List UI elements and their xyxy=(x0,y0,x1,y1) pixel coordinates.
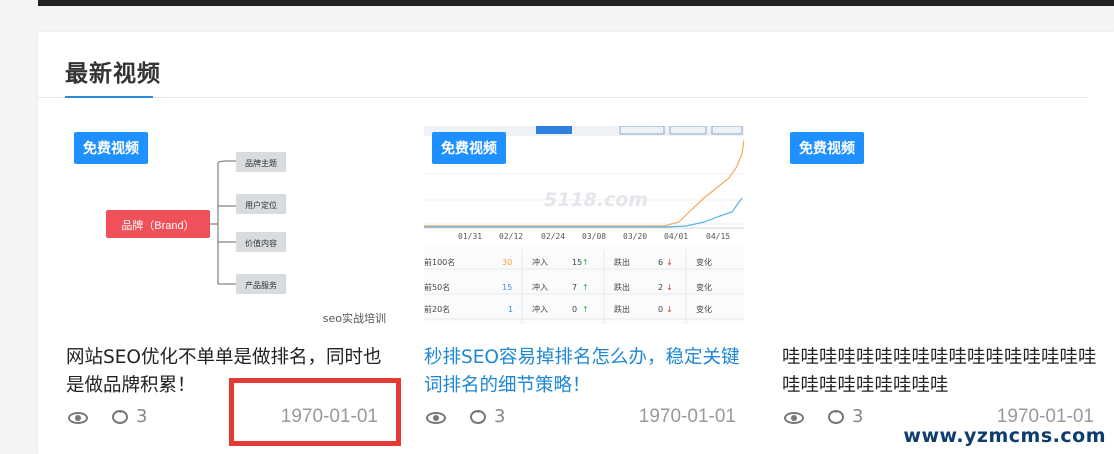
svg-text:0: 0 xyxy=(658,305,663,314)
svg-text:前20名: 前20名 xyxy=(424,304,450,314)
svg-text:30: 30 xyxy=(502,258,512,267)
comment-icon xyxy=(828,406,844,424)
eye-icon xyxy=(426,412,446,424)
chart-logo-watermark: 5118.com xyxy=(544,189,648,211)
site-watermark: www.yzmcms.com xyxy=(903,425,1106,447)
title-divider xyxy=(38,97,1088,98)
top-bar xyxy=(38,0,1114,6)
svg-text:↑: ↑ xyxy=(582,258,589,267)
svg-text:跌出: 跌出 xyxy=(614,282,630,292)
svg-text:↑: ↑ xyxy=(582,305,589,314)
svg-text:7: 7 xyxy=(572,283,577,292)
comment-count: 3 xyxy=(852,406,864,427)
svg-text:6: 6 xyxy=(658,258,663,267)
svg-text:变化: 变化 xyxy=(696,282,712,292)
x-tick: 04/15 xyxy=(706,232,730,241)
svg-text:↑: ↑ xyxy=(582,283,589,292)
brand-node-label: 品牌（Brand） xyxy=(121,218,194,232)
svg-text:↓: ↓ xyxy=(666,305,673,314)
video-title[interactable]: 秒排SEO容易掉排名怎么办，稳定关键词排名的细节策略！ xyxy=(424,344,744,400)
eye-icon xyxy=(784,412,804,424)
svg-text:15: 15 xyxy=(502,283,512,292)
svg-text:↓: ↓ xyxy=(666,283,673,292)
branch-label-1: 品牌主题 xyxy=(245,158,277,168)
mindmap-connectors xyxy=(210,160,236,285)
eye-icon xyxy=(68,412,88,424)
svg-text:跌出: 跌出 xyxy=(614,304,630,314)
free-video-badge: 免费视频 xyxy=(74,132,148,164)
x-tick: 02/12 xyxy=(499,232,523,241)
toolbar-tab xyxy=(536,126,572,134)
video-card-3[interactable]: 免费视频 哇哇哇哇哇哇哇哇哇哇哇哇哇哇哇哇哇哇哇哇哇哇哇哇哇哇 3 1970-0… xyxy=(782,126,1102,430)
svg-text:15: 15 xyxy=(572,258,582,267)
svg-text:前100名: 前100名 xyxy=(424,257,455,267)
publish-date: 1970-01-01 xyxy=(638,406,736,427)
highlight-box xyxy=(229,378,401,446)
svg-text:跌出: 跌出 xyxy=(614,257,630,267)
x-tick: 03/08 xyxy=(582,232,606,241)
branch-label-3: 价值内容 xyxy=(245,238,277,248)
svg-text:前50名: 前50名 xyxy=(424,282,450,292)
svg-text:1: 1 xyxy=(508,305,513,314)
comment-icon xyxy=(470,406,486,424)
video-meta: 3 1970-01-01 xyxy=(424,406,744,430)
comment-icon xyxy=(112,406,128,424)
svg-text:变化: 变化 xyxy=(696,304,712,314)
thumbnail-caption: seo实战培训 xyxy=(323,311,386,324)
video-thumbnail-1[interactable]: 品牌（Brand） 品牌主题 用户定位 价值内容 产品服务 seo实战培训 免费… xyxy=(66,126,386,324)
video-thumbnail-2[interactable]: 5118.com 01/31 02/12 02/24 03/08 03/20 0… xyxy=(424,126,744,324)
svg-text:冲入: 冲入 xyxy=(532,257,548,267)
svg-text:↓: ↓ xyxy=(666,258,673,267)
free-video-badge: 免费视频 xyxy=(432,132,506,164)
x-tick: 01/31 xyxy=(458,232,482,241)
svg-text:冲入: 冲入 xyxy=(532,282,548,292)
section-title: 最新视频 xyxy=(65,61,161,87)
video-title[interactable]: 哇哇哇哇哇哇哇哇哇哇哇哇哇哇哇哇哇哇哇哇哇哇哇哇哇哇 xyxy=(782,344,1102,400)
video-card-2[interactable]: 5118.com 01/31 02/12 02/24 03/08 03/20 0… xyxy=(424,126,744,430)
free-video-badge: 免费视频 xyxy=(790,132,864,164)
branch-label-2: 用户定位 xyxy=(245,200,277,210)
x-tick-labels: 01/31 02/12 02/24 03/08 03/20 04/01 04/1… xyxy=(458,232,730,241)
comment-count: 3 xyxy=(494,406,506,427)
video-thumbnail-3[interactable]: 免费视频 xyxy=(782,126,1102,324)
branch-label-4: 产品服务 xyxy=(245,280,277,290)
svg-text:2: 2 xyxy=(658,283,663,292)
x-tick: 02/24 xyxy=(541,232,565,241)
svg-text:冲入: 冲入 xyxy=(532,304,548,314)
x-tick: 03/20 xyxy=(623,232,647,241)
svg-text:变化: 变化 xyxy=(696,257,712,267)
title-accent-bar xyxy=(65,96,153,98)
comment-count: 3 xyxy=(136,406,148,427)
svg-text:0: 0 xyxy=(572,305,577,314)
x-tick: 04/01 xyxy=(664,232,688,241)
